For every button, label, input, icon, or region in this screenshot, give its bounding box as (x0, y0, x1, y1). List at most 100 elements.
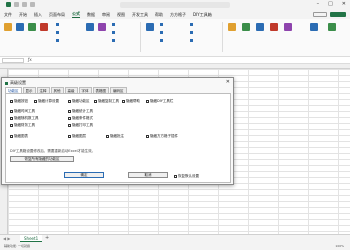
checkbox[interactable] (10, 117, 13, 120)
cancel-button[interactable]: 取消 (128, 172, 168, 178)
add-sheet-icon[interactable]: + (45, 235, 49, 241)
comments-button[interactable] (313, 12, 327, 17)
checkbox-item[interactable]: 隐藏按钮 (10, 99, 28, 104)
menu-item[interactable]: 视图 (117, 12, 125, 18)
ribbon-button[interactable] (256, 23, 264, 32)
ribbon-button[interactable] (146, 23, 154, 32)
checkbox-item[interactable]: 隐藏图表 (10, 134, 28, 139)
checkbox[interactable] (34, 100, 37, 103)
ribbon-small-button[interactable] (160, 39, 163, 42)
restore-ribbon-button[interactable]: 恢复所有隐藏的功能区 (10, 156, 74, 162)
fx-icon[interactable]: ƒx (28, 57, 32, 62)
settings-dialog: 高级设置 ✕ 功能区 显示 注释 其他 高级 字体 表格图 编码区 隐藏按钮 隐… (1, 77, 234, 185)
close-icon[interactable]: ✕ (226, 79, 230, 85)
undo-icon[interactable] (22, 2, 27, 7)
menu-right-actions (313, 10, 346, 19)
sheet-bar: ◀ ▶ Sheet1 + (0, 234, 350, 242)
menu-item[interactable]: 页面布局 (49, 12, 65, 18)
ribbon-button[interactable] (270, 23, 278, 32)
checkbox[interactable] (10, 135, 13, 138)
ribbon-button[interactable] (242, 23, 250, 32)
ribbon-button[interactable] (4, 23, 12, 32)
menu-item-active[interactable]: 公式 (72, 11, 80, 18)
confirm-button[interactable]: 确定 (64, 172, 104, 178)
menu-item[interactable]: 方方格子 (170, 12, 186, 18)
calculator-icon (146, 23, 154, 31)
ribbon-small-button[interactable] (190, 31, 193, 34)
menu-item[interactable]: 审阅 (102, 12, 110, 18)
checkbox[interactable] (10, 100, 13, 103)
ribbon-button[interactable] (40, 23, 48, 32)
checkbox[interactable] (10, 124, 13, 127)
ribbon (0, 19, 350, 57)
ribbon-button[interactable] (86, 23, 94, 32)
close-window-icon[interactable]: ✕ (342, 1, 346, 7)
checkbox-item[interactable]: 隐藏帮助 (122, 99, 140, 104)
checkbox-item[interactable]: 隐藏随机数工具 (10, 116, 39, 121)
checkbox[interactable] (68, 100, 71, 103)
checkbox-item[interactable]: 隐藏时间工具 (10, 109, 35, 114)
checkbox-item[interactable]: 隐藏复制工具 (94, 99, 119, 104)
menu-item[interactable]: DIY工具箱 (193, 12, 212, 18)
excel-icon (328, 23, 336, 31)
ribbon-button[interactable] (16, 23, 24, 32)
ribbon-small-button[interactable] (56, 39, 59, 42)
checkbox-item[interactable]: 隐藏统计工具 (68, 109, 93, 114)
ribbon-button[interactable] (98, 23, 106, 32)
ribbon-button[interactable] (328, 23, 336, 32)
reset-defaults-checkbox[interactable]: 恢复默认设置 (174, 174, 199, 179)
ribbon-separator (140, 22, 141, 52)
checkbox[interactable] (174, 175, 177, 178)
checkbox-item[interactable]: 隐藏图层 (68, 134, 86, 139)
sheet-tab[interactable]: Sheet1 (20, 235, 43, 242)
ribbon-small-button[interactable] (56, 31, 59, 34)
ribbon-small-button[interactable] (190, 23, 193, 26)
grid-icon (16, 23, 24, 31)
checkbox[interactable] (122, 100, 125, 103)
menu-item[interactable]: 文件 (4, 12, 12, 18)
checkbox-item[interactable]: 隐藏方方格子插件 (146, 134, 178, 139)
ribbon-button[interactable] (310, 23, 318, 32)
folder-icon (4, 23, 12, 31)
ribbon-small-button[interactable] (160, 23, 163, 26)
menu-item[interactable]: 数据 (87, 12, 95, 18)
share-button[interactable] (330, 12, 346, 17)
checkbox[interactable] (68, 110, 71, 113)
redo-icon[interactable] (30, 2, 35, 7)
menu-item[interactable]: 开发工具 (132, 12, 148, 18)
ribbon-small-button[interactable] (190, 39, 193, 42)
ribbon-small-button[interactable] (160, 31, 163, 34)
checkbox-item[interactable]: 隐藏条件格式 (68, 116, 93, 121)
sheet-nav-icon[interactable]: ◀ ▶ (3, 236, 10, 241)
minimize-icon[interactable]: – (317, 1, 320, 7)
checkbox-item[interactable]: 隐藏财务工具 (10, 123, 35, 128)
checkbox-item[interactable]: 隐藏功能区 (68, 99, 90, 104)
checkbox[interactable] (68, 117, 71, 120)
menu-item[interactable]: 帮助 (155, 12, 163, 18)
checkbox[interactable] (68, 124, 71, 127)
ribbon-small-button[interactable] (56, 23, 59, 26)
ribbon-small-button[interactable] (112, 23, 115, 26)
save-icon[interactable] (14, 2, 19, 7)
checkbox[interactable] (10, 110, 13, 113)
ribbon-button[interactable] (28, 23, 36, 32)
checkbox-item[interactable]: 隐藏打印工具 (68, 123, 93, 128)
checkbox-item[interactable]: 隐藏批注 (106, 134, 124, 139)
checkbox-item[interactable]: 隐藏计算设置 (34, 99, 59, 104)
checkbox[interactable] (68, 135, 71, 138)
checkbox[interactable] (146, 100, 149, 103)
ribbon-small-button[interactable] (112, 31, 115, 34)
search-input[interactable] (120, 2, 230, 8)
ribbon-small-button[interactable] (112, 39, 115, 42)
checkbox[interactable] (106, 135, 109, 138)
checkbox[interactable] (146, 135, 149, 138)
checkbox[interactable] (94, 100, 97, 103)
ribbon-button[interactable] (284, 23, 292, 32)
menu-item[interactable]: 开始 (19, 12, 27, 18)
checkbox-item[interactable]: 隐藏DIY工具栏 (146, 99, 173, 104)
menu-item[interactable]: 插入 (34, 12, 42, 18)
zoom-level[interactable]: 100% (335, 244, 344, 248)
maximize-icon[interactable]: □ (328, 1, 333, 7)
ribbon-button[interactable] (228, 23, 236, 32)
name-box[interactable] (2, 58, 24, 63)
